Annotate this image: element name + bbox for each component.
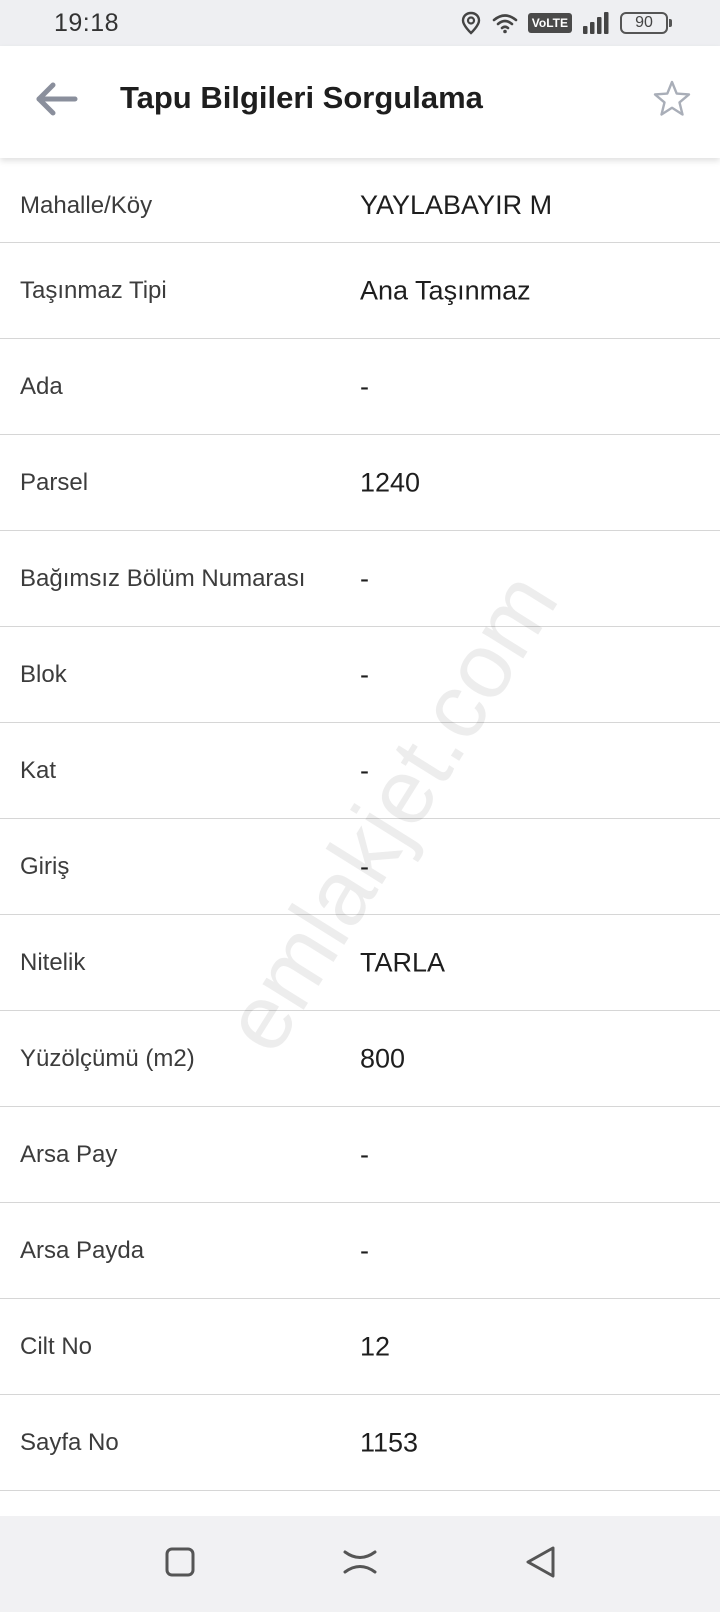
- status-bar: 19:18 VoLTE 90: [0, 0, 720, 46]
- home-button[interactable]: [332, 1538, 388, 1590]
- system-nav-bar: [0, 1516, 720, 1612]
- row-label: Arsa Pay: [20, 1140, 118, 1168]
- row-value: TARLA: [360, 947, 446, 977]
- row-label: Bağımsız Bölüm Numarası: [20, 564, 306, 592]
- app-bar: Tapu Bilgileri Sorgulama: [0, 46, 720, 158]
- row-label: Nitelik: [20, 948, 86, 976]
- row-value: -: [360, 659, 369, 689]
- back-nav-button[interactable]: [512, 1538, 568, 1590]
- row-value: 800: [360, 1043, 406, 1073]
- star-outline-icon: [652, 79, 692, 124]
- status-time: 19:18: [54, 9, 120, 37]
- location-icon: [460, 11, 482, 35]
- battery-icon: 90: [620, 12, 672, 34]
- row-label: Yüzölçümü (m2): [20, 1044, 195, 1072]
- info-row-bagimsiz-bolum: Bağımsız Bölüm Numarası -: [0, 531, 720, 627]
- row-value: -: [360, 1139, 369, 1169]
- row-value: -: [360, 851, 369, 881]
- row-label: Kat: [20, 756, 57, 784]
- info-row-arsa-payda: Arsa Payda -: [0, 1203, 720, 1299]
- row-value: -: [360, 1235, 369, 1265]
- row-value: 12: [360, 1331, 391, 1361]
- row-value: -: [360, 371, 369, 401]
- row-label: Taşınmaz Tipi: [20, 276, 167, 304]
- info-row-yuzolcumu: Yüzölçümü (m2) 800: [0, 1011, 720, 1107]
- info-row-mahalle: Mahalle/Köy YAYLABAYIR M: [0, 158, 720, 243]
- wifi-icon: [492, 12, 518, 34]
- row-label: Ada: [20, 372, 63, 400]
- row-label: Mahalle/Köy: [20, 192, 153, 219]
- status-icons: VoLTE 90: [460, 8, 672, 38]
- info-row-nitelik: Nitelik TARLA: [0, 915, 720, 1011]
- info-row-kat: Kat -: [0, 723, 720, 819]
- signal-icon: [582, 11, 610, 35]
- back-triangle-icon: [523, 1544, 557, 1585]
- page-title: Tapu Bilgileri Sorgulama: [120, 80, 483, 115]
- row-value: -: [360, 563, 369, 593]
- row-value: -: [360, 755, 369, 785]
- volte-icon: VoLTE: [527, 13, 572, 33]
- info-row-cilt-no: Cilt No 12: [0, 1299, 720, 1395]
- home-icon: [342, 1547, 378, 1582]
- row-label: Arsa Payda: [20, 1236, 145, 1264]
- back-button[interactable]: [28, 76, 84, 126]
- row-label: Blok: [20, 660, 67, 688]
- row-value: YAYLABAYIR M: [360, 190, 553, 220]
- row-label: Giriş: [20, 852, 70, 880]
- info-row-tasinmaz-tipi: Taşınmaz Tipi Ana Taşınmaz: [0, 243, 720, 339]
- deed-info-list: Mahalle/Köy YAYLABAYIR M Taşınmaz Tipi A…: [0, 158, 720, 1491]
- row-label: Sayfa No: [20, 1428, 119, 1456]
- favorite-button[interactable]: [648, 76, 696, 126]
- info-row-arsa-pay: Arsa Pay -: [0, 1107, 720, 1203]
- row-label: Cilt No: [20, 1332, 93, 1360]
- row-value: Ana Taşınmaz: [360, 275, 531, 305]
- info-row-ada: Ada -: [0, 339, 720, 435]
- row-value: 1240: [360, 467, 421, 497]
- row-label: Parsel: [20, 468, 89, 496]
- recents-button[interactable]: [152, 1538, 208, 1590]
- info-row-blok: Blok -: [0, 627, 720, 723]
- row-value: 1153: [360, 1427, 419, 1457]
- info-row-parsel: Parsel 1240: [0, 435, 720, 531]
- arrow-left-icon: [33, 81, 79, 122]
- info-row-sayfa-no: Sayfa No 1153: [0, 1395, 720, 1491]
- info-row-giris: Giriş -: [0, 819, 720, 915]
- recents-square-icon: [164, 1546, 196, 1583]
